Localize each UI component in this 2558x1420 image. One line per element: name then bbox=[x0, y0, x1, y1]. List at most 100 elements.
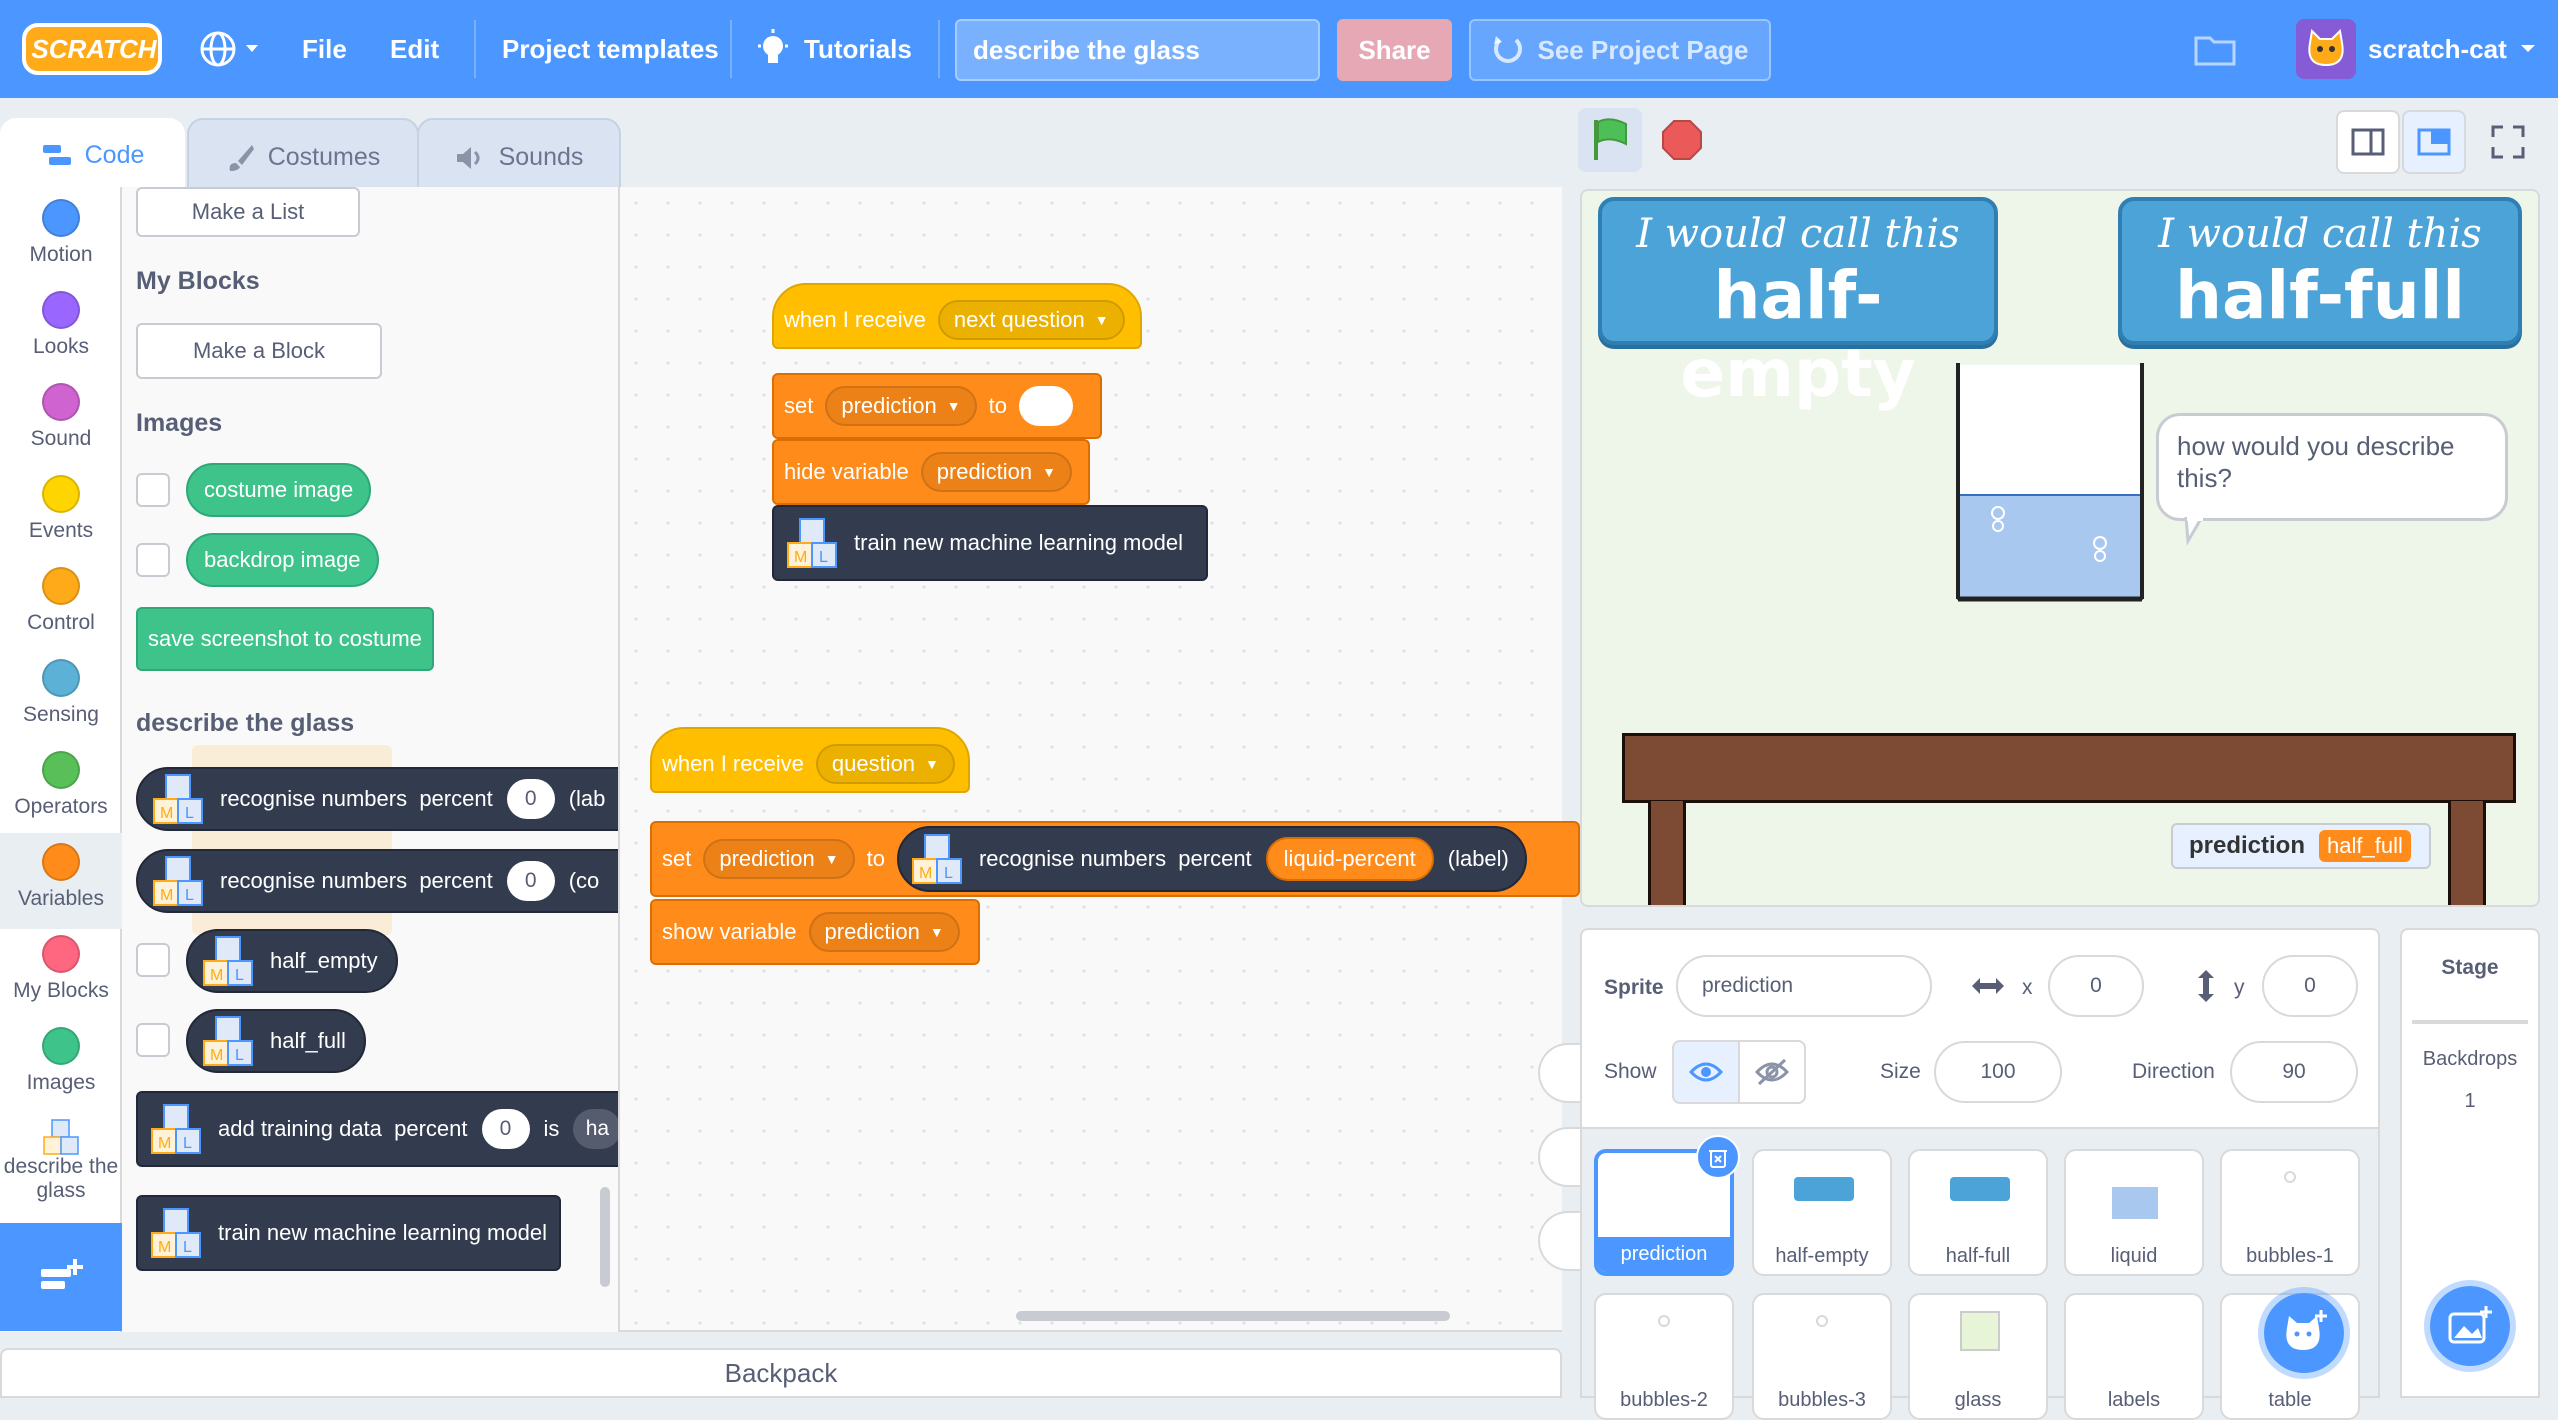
tutorials-menu[interactable]: Tutorials bbox=[756, 0, 912, 98]
see-project-page-button[interactable]: See Project Page bbox=[1469, 19, 1771, 81]
label-dropdown[interactable]: ha bbox=[573, 1109, 618, 1149]
x-input[interactable]: 0 bbox=[2048, 955, 2144, 1017]
hide-variable-block[interactable]: hide variable prediction ▼ bbox=[772, 439, 1090, 505]
category-describe-the-glass[interactable]: describe the glass bbox=[0, 1119, 122, 1219]
variable-dropdown[interactable]: prediction ▼ bbox=[808, 912, 960, 952]
large-stage-button[interactable] bbox=[2402, 110, 2466, 174]
prediction-variable-monitor[interactable]: prediction half_full bbox=[2171, 823, 2431, 869]
stage-canvas[interactable]: I would call this half-empty I would cal… bbox=[1580, 189, 2540, 907]
category-events[interactable]: Events bbox=[0, 475, 122, 563]
sprite-tile-half-empty[interactable]: half-empty bbox=[1752, 1149, 1892, 1276]
small-stage-button[interactable] bbox=[2336, 110, 2400, 174]
sprite-tile-glass[interactable]: glass bbox=[1908, 1293, 2048, 1420]
variable-dropdown[interactable]: prediction ▼ bbox=[920, 452, 1072, 492]
sprite-tile-bubbles-1[interactable]: bubbles-1 bbox=[2220, 1149, 2360, 1276]
category-control[interactable]: Control bbox=[0, 567, 122, 655]
delete-sprite-button[interactable] bbox=[1696, 1135, 1740, 1179]
set-variable-block[interactable]: set prediction ▼ to ML recognise numbers … bbox=[650, 821, 1580, 897]
train-model-block[interactable]: ML train new machine learning model bbox=[772, 505, 1208, 581]
account-menu[interactable]: scratch-cat bbox=[2296, 0, 2537, 98]
choose-sprite-button[interactable] bbox=[2258, 1287, 2350, 1379]
percent-input[interactable]: 0 bbox=[481, 1109, 530, 1149]
half-empty-block[interactable]: ML half_empty bbox=[186, 929, 398, 993]
edit-menu[interactable]: Edit bbox=[390, 0, 439, 98]
save-screenshot-block[interactable]: save screenshot to costume bbox=[136, 607, 434, 671]
stop-button[interactable] bbox=[1650, 108, 1714, 172]
tab-code[interactable]: Code bbox=[0, 118, 185, 193]
costume-image-block[interactable]: costume image bbox=[186, 463, 372, 517]
value-input[interactable] bbox=[1018, 386, 1073, 426]
file-menu[interactable]: File bbox=[302, 0, 347, 98]
category-operators[interactable]: Operators bbox=[0, 751, 122, 839]
my-stuff-button[interactable] bbox=[2194, 0, 2236, 98]
sprite-name-input[interactable]: prediction bbox=[1676, 955, 1932, 1017]
make-a-list-button[interactable]: Make a List bbox=[136, 187, 360, 237]
sprite-tile-liquid[interactable]: liquid bbox=[2064, 1149, 2204, 1276]
zoom-in-button[interactable] bbox=[1538, 1043, 1584, 1103]
sprite-tile-bubbles-3[interactable]: bubbles-3 bbox=[1752, 1293, 1892, 1420]
backdrop-image-checkbox[interactable] bbox=[136, 543, 170, 577]
half-full-block[interactable]: ML half_full bbox=[186, 1009, 366, 1073]
dropdown-caret-icon: ▼ bbox=[946, 398, 961, 414]
half-empty-checkbox[interactable] bbox=[136, 943, 170, 977]
half-empty-sprite[interactable]: I would call this half-empty bbox=[1598, 197, 1998, 412]
when-i-receive-hat[interactable]: when I receive question ▼ bbox=[650, 727, 970, 793]
recognise-numbers-label-block[interactable]: ML recognise numbers percent 0 (lab bbox=[136, 767, 618, 831]
choose-backdrop-button[interactable] bbox=[2424, 1280, 2516, 1372]
language-menu[interactable] bbox=[198, 0, 260, 98]
green-flag-button[interactable] bbox=[1578, 108, 1642, 172]
category-sound[interactable]: Sound bbox=[0, 383, 122, 471]
category-images[interactable]: Images bbox=[0, 1027, 122, 1115]
backpack[interactable]: Backpack bbox=[0, 1348, 1562, 1398]
percent-input[interactable]: 0 bbox=[506, 779, 555, 819]
add-extension-button[interactable] bbox=[0, 1223, 122, 1331]
project-title-input[interactable]: describe the glass bbox=[955, 19, 1320, 81]
direction-input[interactable]: 90 bbox=[2230, 1041, 2358, 1103]
half-full-sprite[interactable]: I would call this half-full bbox=[2118, 197, 2522, 345]
share-button[interactable]: Share bbox=[1337, 19, 1452, 81]
zoom-out-button[interactable] bbox=[1538, 1127, 1584, 1187]
when-i-receive-hat[interactable]: when I receive next question ▼ bbox=[772, 283, 1142, 349]
scratch-logo[interactable]: SCRATCH bbox=[22, 0, 162, 98]
tab-costumes[interactable]: Costumes bbox=[187, 118, 419, 197]
size-input[interactable]: 100 bbox=[1934, 1041, 2062, 1103]
fullscreen-button[interactable] bbox=[2476, 110, 2540, 174]
backdrop-image-block[interactable]: backdrop image bbox=[186, 533, 379, 587]
category-my-blocks[interactable]: My Blocks bbox=[0, 935, 122, 1023]
palette-scrollbar[interactable] bbox=[600, 1187, 610, 1287]
y-input[interactable]: 0 bbox=[2262, 955, 2358, 1017]
glass-sprite[interactable] bbox=[1952, 363, 2148, 603]
train-model-block[interactable]: ML train new machine learning model bbox=[136, 1195, 561, 1271]
costume-image-checkbox[interactable] bbox=[136, 473, 170, 507]
percent-input[interactable]: 0 bbox=[506, 861, 555, 901]
variable-dropdown[interactable]: prediction ▼ bbox=[703, 839, 855, 879]
liquid-percent-reporter[interactable]: liquid-percent bbox=[1265, 837, 1434, 881]
show-sprite-button[interactable] bbox=[1672, 1040, 1740, 1104]
sprite-tile-bubbles-2[interactable]: bubbles-2 bbox=[1594, 1293, 1734, 1420]
message-dropdown[interactable]: next question ▼ bbox=[937, 300, 1125, 340]
message-dropdown[interactable]: question ▼ bbox=[815, 744, 955, 784]
set-variable-block[interactable]: set prediction ▼ to bbox=[772, 373, 1102, 439]
sprite-tile-half-full[interactable]: half-full bbox=[1908, 1149, 2048, 1276]
recognise-numbers-confidence-block[interactable]: ML recognise numbers percent 0 (co bbox=[136, 849, 618, 913]
zoom-reset-button[interactable] bbox=[1538, 1211, 1584, 1271]
add-training-data-block[interactable]: ML add training data percent 0 is ha bbox=[136, 1091, 618, 1167]
category-sensing[interactable]: Sensing bbox=[0, 659, 122, 747]
script-area[interactable]: when I receive next question ▼ set predic… bbox=[620, 187, 1584, 1332]
sprite-tile-labels[interactable]: labels bbox=[2064, 1293, 2204, 1420]
variable-dropdown[interactable]: prediction ▼ bbox=[825, 386, 977, 426]
show-variable-block[interactable]: show variable prediction ▼ bbox=[650, 899, 980, 965]
stage-target-panel[interactable]: Stage Backdrops 1 bbox=[2400, 928, 2540, 1398]
recognise-numbers-reporter[interactable]: ML recognise numbers percent liquid-perc… bbox=[896, 826, 1527, 892]
category-motion[interactable]: Motion bbox=[0, 199, 122, 287]
globe-icon bbox=[200, 31, 258, 67]
tab-sounds[interactable]: Sounds bbox=[417, 118, 621, 197]
script-horizontal-scrollbar[interactable] bbox=[1016, 1311, 1450, 1321]
half-full-checkbox[interactable] bbox=[136, 1023, 170, 1057]
hide-sprite-button[interactable] bbox=[1738, 1040, 1806, 1104]
make-a-block-button[interactable]: Make a Block bbox=[136, 323, 382, 379]
category-looks[interactable]: Looks bbox=[0, 291, 122, 379]
category-variables[interactable]: Variables bbox=[0, 833, 122, 929]
table-sprite[interactable] bbox=[1622, 733, 2516, 803]
project-templates-menu[interactable]: Project templates bbox=[502, 0, 719, 98]
